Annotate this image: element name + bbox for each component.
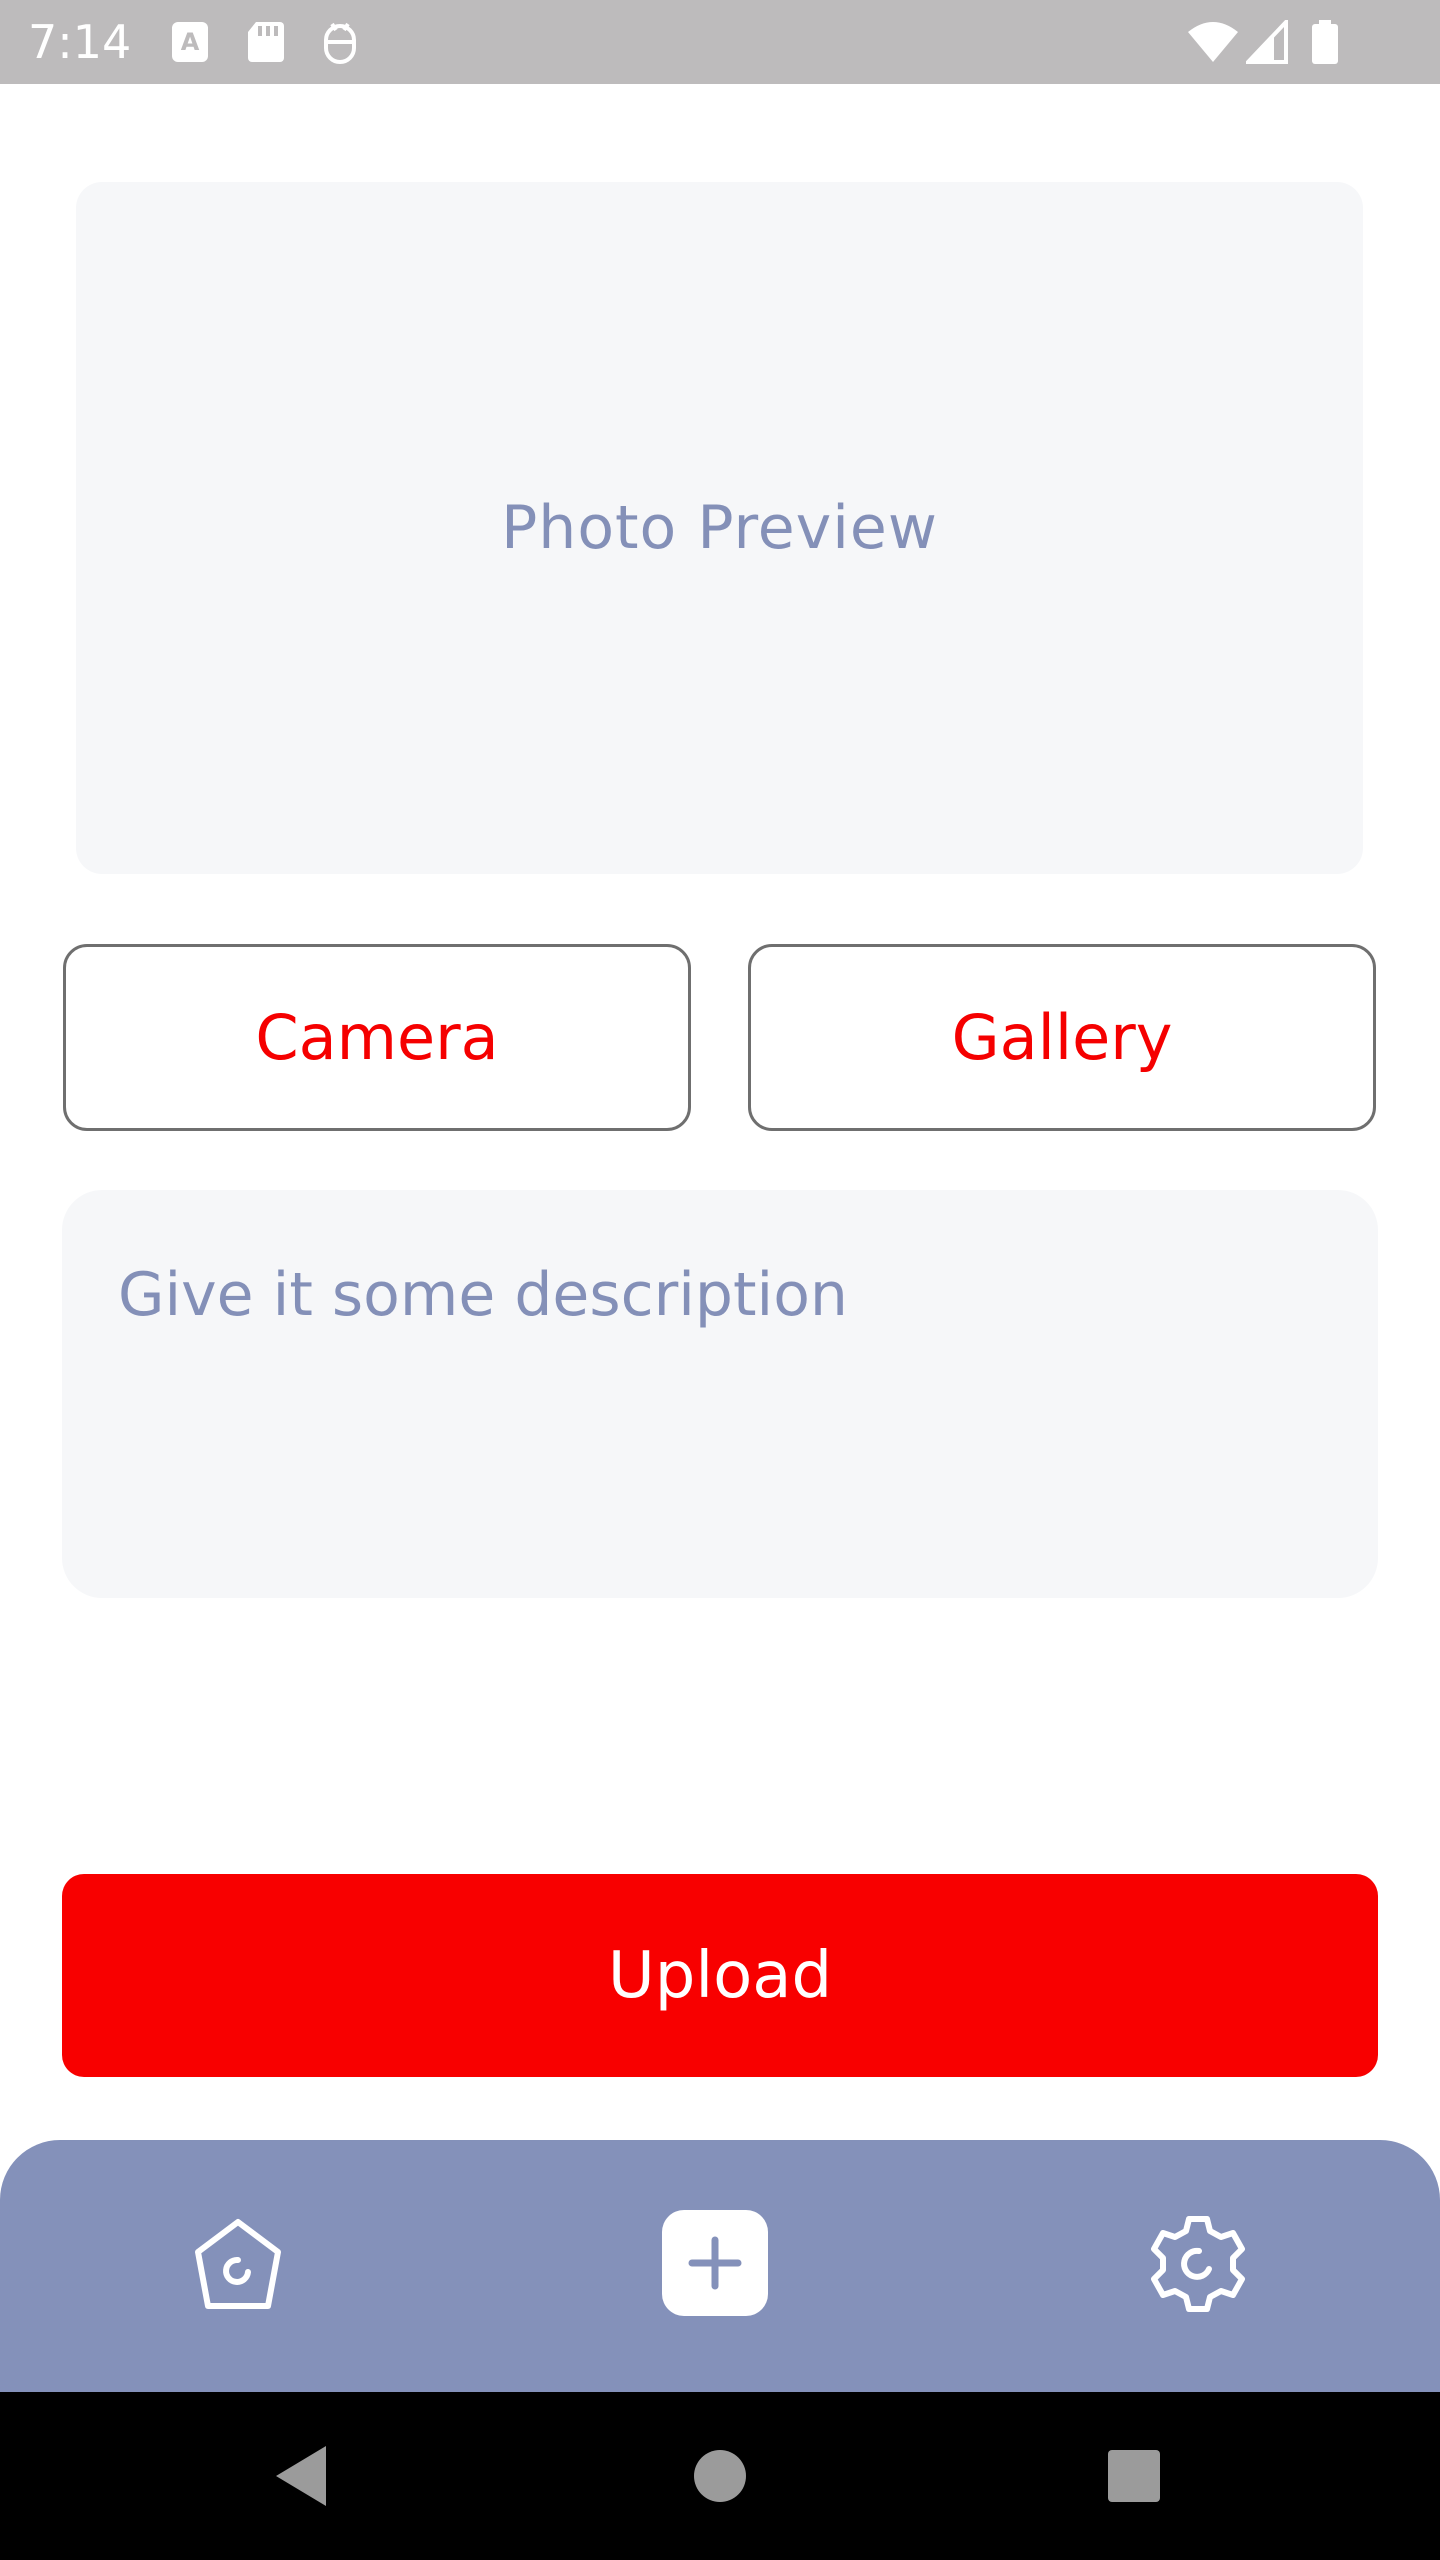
back-icon	[272, 2444, 332, 2512]
system-recents-button[interactable]	[1084, 2428, 1184, 2528]
status-time: 7:14	[28, 15, 132, 69]
nav-home-button[interactable]	[182, 2210, 294, 2322]
camera-button[interactable]: Camera	[63, 944, 691, 1131]
sd-card-icon	[244, 20, 288, 64]
settings-icon	[1145, 2211, 1251, 2321]
signal-icon	[1243, 16, 1290, 64]
wifi-icon	[1186, 20, 1240, 64]
system-home-button[interactable]	[670, 2428, 770, 2528]
font-notification-icon: A	[168, 20, 212, 64]
upload-button[interactable]: Upload	[62, 1874, 1378, 2077]
home-circle-icon	[692, 2448, 748, 2508]
system-back-button[interactable]	[252, 2428, 352, 2528]
nav-add-button[interactable]	[660, 2210, 770, 2320]
nav-settings-button[interactable]	[1142, 2210, 1254, 2322]
battery-icon	[1310, 20, 1340, 64]
description-field[interactable]	[62, 1190, 1378, 1598]
gallery-button[interactable]: Gallery	[748, 944, 1376, 1131]
status-bar: 7:14 A	[0, 0, 1440, 84]
home-icon	[186, 2212, 290, 2320]
system-nav-bar	[0, 2392, 1440, 2560]
add-icon	[660, 2208, 770, 2322]
photo-preview-label: Photo Preview	[501, 493, 938, 563]
photo-preview: Photo Preview	[76, 182, 1363, 874]
debug-icon	[318, 20, 362, 64]
svg-text:A: A	[181, 28, 200, 56]
recents-icon	[1106, 2448, 1162, 2508]
bottom-nav	[0, 2140, 1440, 2392]
